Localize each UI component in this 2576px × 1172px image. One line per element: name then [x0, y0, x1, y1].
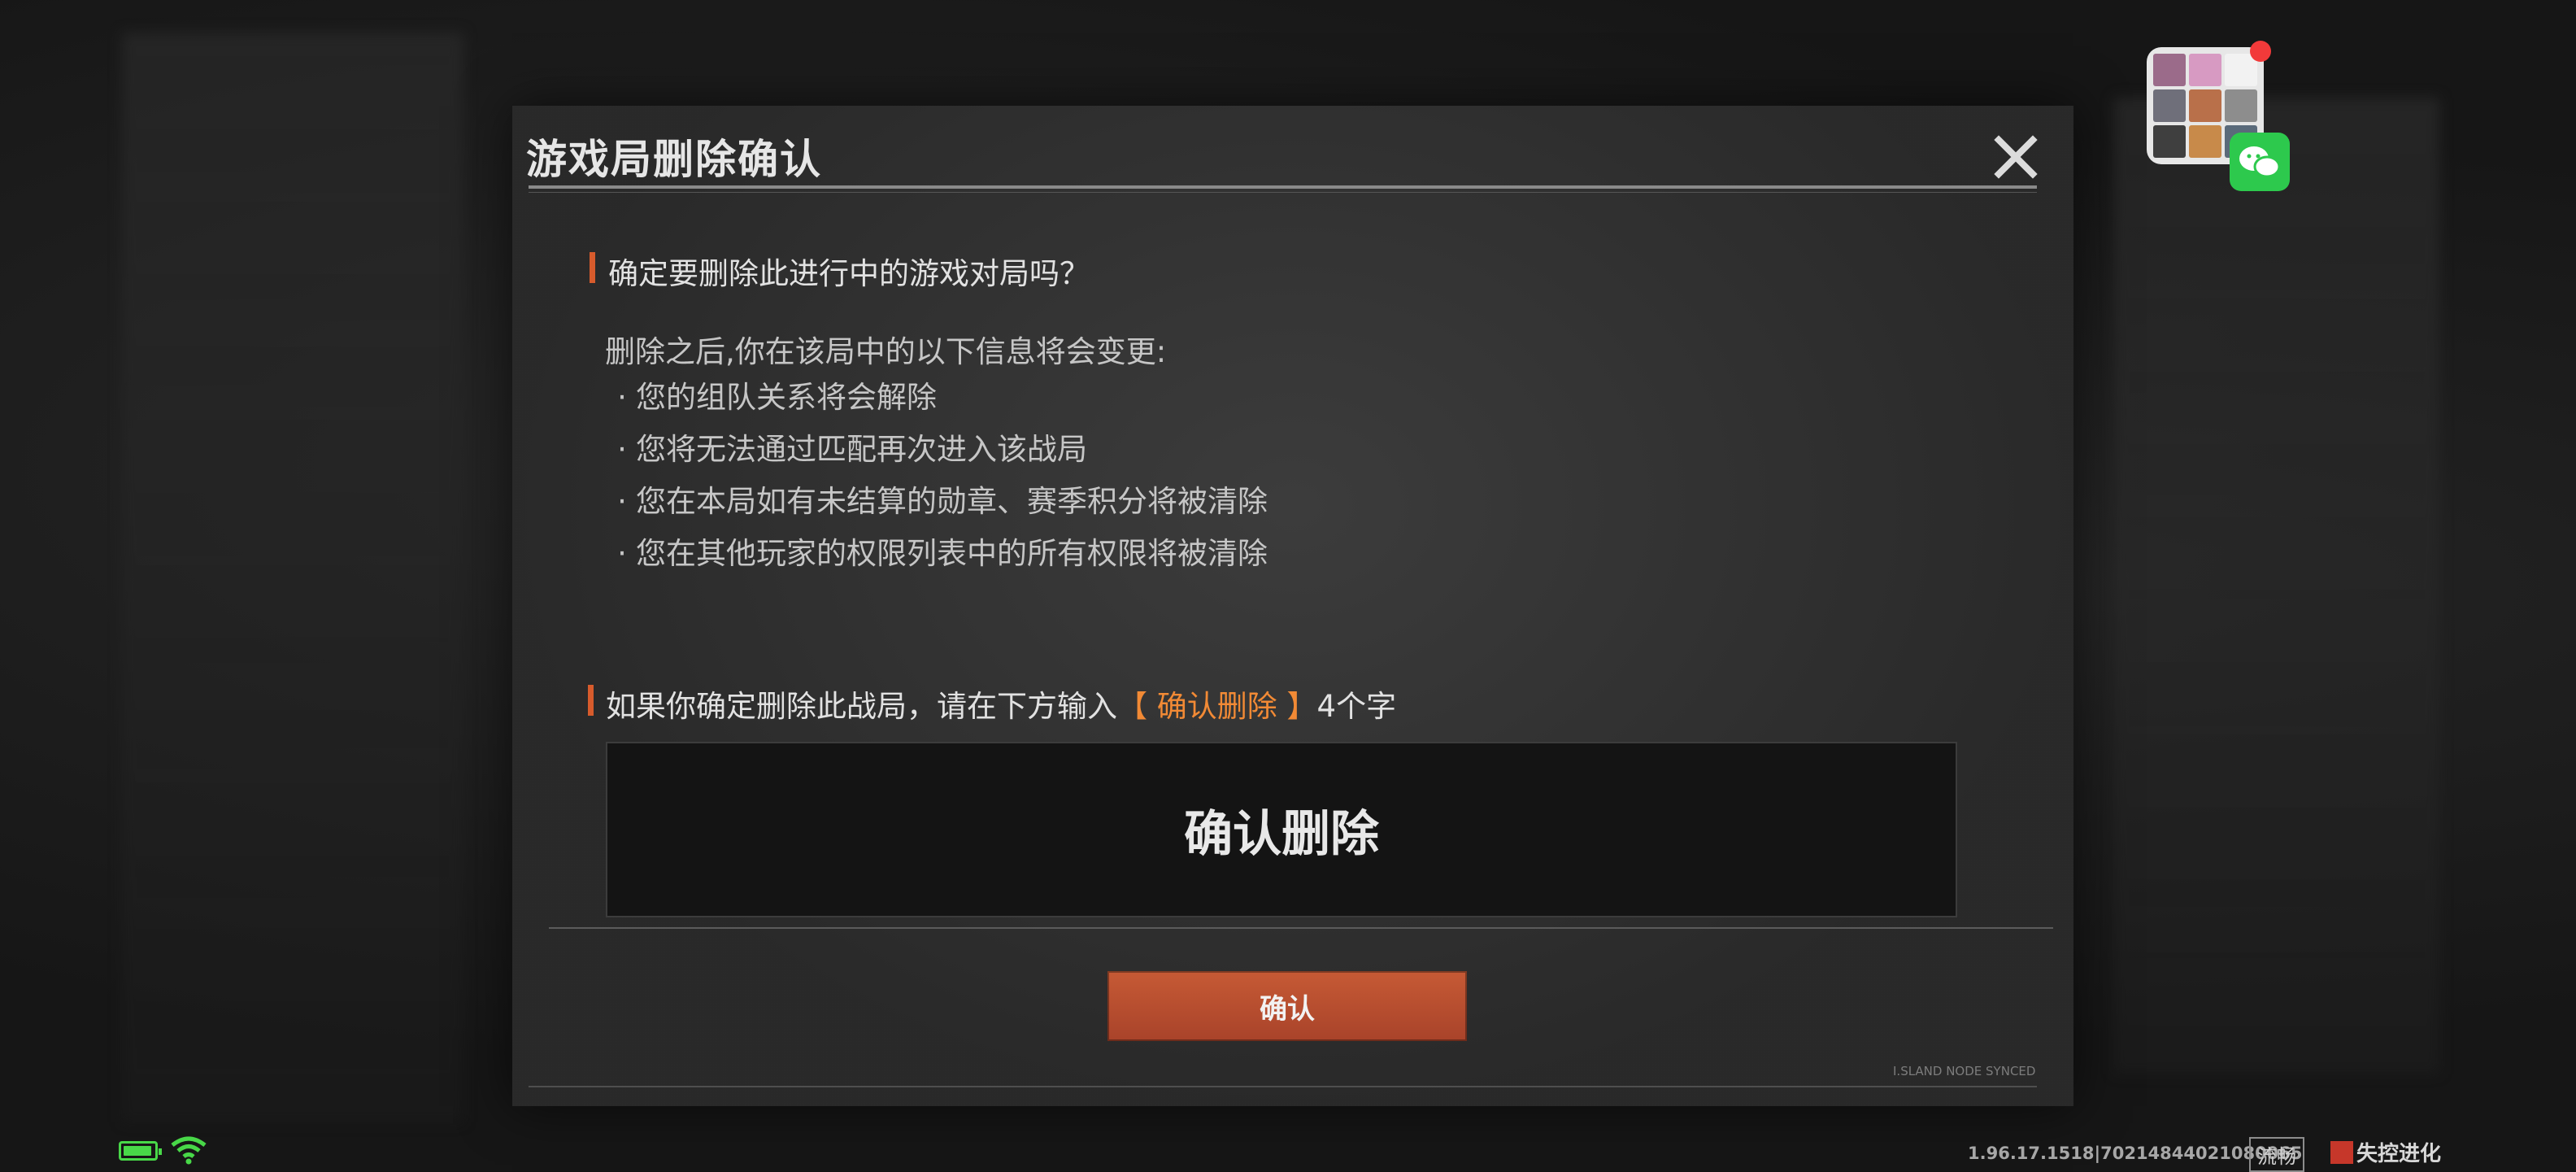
list-item: · 您的组队关系将会解除 [608, 376, 1268, 428]
section-marker [588, 685, 594, 716]
confirm-text-input[interactable]: 确认删除 [606, 742, 1957, 917]
footer-divider [529, 1086, 2037, 1087]
required-phrase: 【 确认删除 】 [1117, 689, 1317, 724]
game-logo: 失控进化 [2330, 1137, 2441, 1167]
battery-icon [119, 1141, 162, 1161]
bullet-dot: · [617, 432, 627, 467]
intro-text: 删除之后,你在该局中的以下信息将会变更: [605, 334, 1167, 369]
list-item: · 您在本局如有未结算的勋章、赛季积分将被清除 [608, 480, 1268, 532]
logo-mark-icon [2330, 1140, 2353, 1164]
bullet-dot: · [617, 484, 627, 519]
title-divider-thin [529, 192, 2037, 193]
wifi-icon [169, 1135, 208, 1165]
list-item: · 您在其他玩家的权限列表中的所有权限将被清除 [608, 532, 1268, 584]
change-list: · 您的组队关系将会解除 · 您将无法通过匹配再次进入该战局 · 您在本局如有未结算的… [608, 376, 1268, 584]
section-marker [590, 252, 595, 283]
notification-dot [2250, 41, 2271, 62]
footer-tag: I.SLAND NODE SYNCED [1893, 1064, 2036, 1078]
title-divider [529, 185, 2037, 189]
wechat-icon[interactable] [2230, 133, 2290, 191]
quality-badge[interactable]: 流畅 [2249, 1137, 2304, 1172]
close-icon[interactable] [1987, 132, 2044, 185]
list-item: · 您将无法通过匹配再次进入该战局 [608, 428, 1268, 480]
divider [549, 927, 2053, 929]
blurred-left-panel [122, 33, 463, 1122]
bullet-dot: · [617, 536, 627, 571]
bullet-dot: · [617, 380, 627, 415]
question-heading: 确定要删除此进行中的游戏对局吗？ [608, 256, 1090, 291]
dialog-title: 游戏局删除确认 [526, 136, 822, 183]
input-instruction: 如果你确定删除此战局，请在下方输入【 确认删除 】4个字 [606, 689, 1397, 724]
blurred-right-panel [2114, 98, 2439, 1074]
confirm-button[interactable]: 确认 [1107, 971, 1467, 1041]
